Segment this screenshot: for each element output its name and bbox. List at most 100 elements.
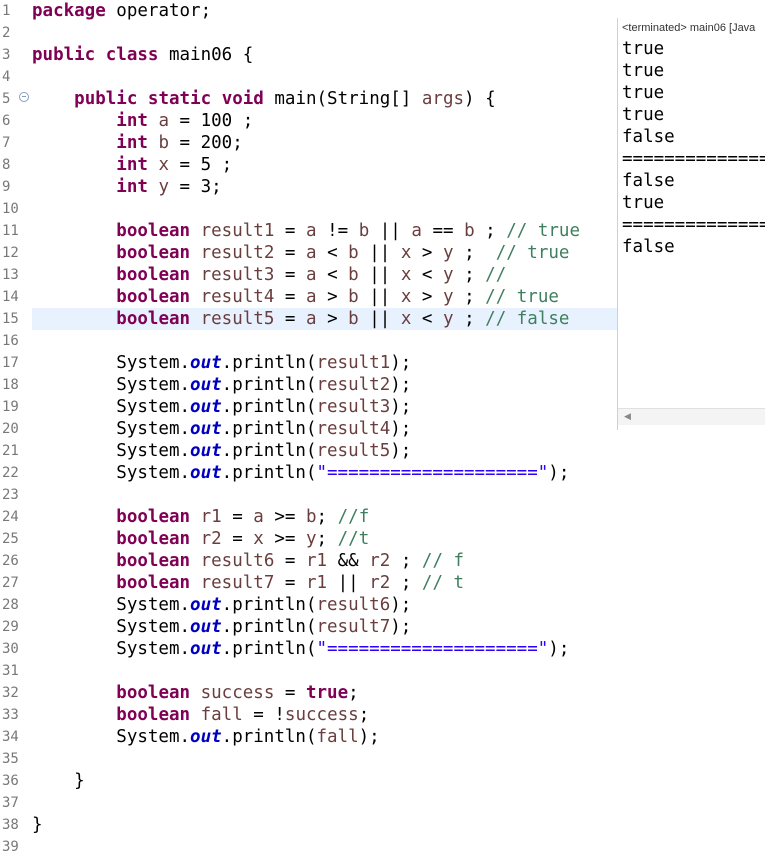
code-text: int a = 100 ; (32, 110, 253, 132)
code-token: .println( (221, 639, 317, 659)
code-token: result7 (316, 617, 391, 637)
line-number: 32 (2, 685, 19, 701)
console-horizontal-scrollbar[interactable]: ◀ (618, 408, 765, 425)
code-token: System. (32, 595, 191, 615)
code-token: || (358, 265, 401, 285)
code-token: boolean (116, 705, 191, 725)
code-token: = (221, 507, 254, 527)
code-line[interactable]: 16 (0, 330, 620, 352)
code-line[interactable]: 1 package operator; (0, 0, 620, 22)
code-line[interactable]: 22 System.out.println("=================… (0, 462, 620, 484)
fold-collapse-icon[interactable]: − (19, 92, 29, 102)
code-line[interactable]: 8 int x = 5 ; (0, 154, 620, 176)
code-line[interactable]: 7 int b = 200; (0, 132, 620, 154)
console-line: ============== (622, 149, 765, 169)
scroll-left-arrow-icon[interactable]: ◀ (624, 412, 631, 422)
code-text: } (32, 814, 43, 836)
code-line[interactable]: 29 System.out.println(result7); (0, 616, 620, 638)
code-token: boolean (116, 221, 191, 241)
code-token: // false (485, 309, 570, 329)
code-line[interactable]: 24 boolean r1 = a >= b; //f (0, 506, 620, 528)
code-line[interactable]: 34 System.out.println(fall); (0, 726, 620, 748)
code-line[interactable]: 6 int a = 100 ; (0, 110, 620, 132)
code-token: .println( (221, 595, 317, 615)
code-line[interactable]: 25 boolean r2 = x >= y; //t (0, 528, 620, 550)
code-line[interactable]: 5− public static void main(String[] args… (0, 88, 620, 110)
code-token: b (348, 265, 359, 285)
line-number: 15 (2, 311, 19, 327)
code-token: > (316, 287, 349, 307)
code-line[interactable]: 35 (0, 748, 620, 770)
code-line[interactable]: 18 System.out.println(result2); (0, 374, 620, 396)
code-line[interactable]: 39 (0, 836, 620, 858)
code-token: .println( (221, 441, 317, 461)
code-token: > (411, 243, 443, 263)
code-token: = (274, 287, 306, 307)
code-token: boolean (116, 243, 191, 263)
line-number: 27 (2, 575, 19, 591)
code-token: = (274, 243, 306, 263)
code-line[interactable]: 38} (0, 814, 620, 836)
line-number: 22 (2, 465, 19, 481)
code-token: result3 (200, 265, 275, 285)
code-line[interactable]: 23 (0, 484, 620, 506)
code-token: = ! (242, 705, 285, 725)
code-line[interactable]: 21 System.out.println(result5); (0, 440, 620, 462)
current-code-line[interactable]: 15 boolean result5 = a > b || x < y ; //… (2, 308, 619, 330)
code-line[interactable]: 17 System.out.println(result1); (0, 352, 620, 374)
code-token: y (443, 265, 454, 285)
code-token: result2 (200, 243, 275, 263)
code-token: = (274, 309, 306, 329)
code-token: || (327, 573, 370, 593)
code-line[interactable]: 3 public class main06 { (0, 44, 620, 66)
code-line[interactable]: 2 (0, 22, 620, 44)
code-token: x (400, 287, 412, 307)
code-token: .println( (221, 397, 317, 417)
code-token: = 5 ; (169, 155, 233, 175)
line-number: 34 (2, 729, 19, 745)
code-text: boolean r2 = x >= y; //t (32, 528, 369, 550)
code-line[interactable]: 27 boolean result7 = r1 || r2 ; // t (0, 572, 620, 594)
code-line[interactable]: 12 boolean result2 = a < b || x > y ; //… (0, 242, 620, 264)
code-text: System.out.println(result6); (32, 594, 411, 616)
code-line[interactable]: 11 boolean result1 = a != b || a == b ; … (0, 220, 620, 242)
code-line[interactable]: 32 boolean success = true; (0, 682, 620, 704)
code-token: ; (390, 573, 422, 593)
code-token: r1 (305, 551, 328, 571)
code-token: = 200; (169, 133, 243, 153)
code-line[interactable]: 33 boolean fall = !success; (0, 704, 620, 726)
line-number: 31 (2, 663, 19, 679)
code-token: out (190, 595, 222, 615)
code-line[interactable]: 14 boolean result4 = a > b || x > y ; //… (0, 286, 620, 308)
code-token: public (32, 45, 96, 65)
code-line[interactable]: 36 } (0, 770, 620, 792)
code-token: int (116, 177, 148, 197)
console-line: true (622, 39, 665, 59)
code-line[interactable]: 31 (0, 660, 620, 682)
code-line[interactable]: 37 (0, 792, 620, 814)
code-line[interactable]: 9 int y = 3; (0, 176, 620, 198)
code-line[interactable]: 20 System.out.println(result4); (0, 418, 620, 440)
code-token: b (358, 221, 370, 241)
code-token: fall (200, 705, 243, 725)
code-line[interactable]: 26 boolean result6 = r1 && r2 ; // f (0, 550, 620, 572)
code-token: boolean (116, 287, 191, 307)
code-token: result3 (316, 397, 391, 417)
code-line[interactable]: 19 System.out.println(result3); (0, 396, 620, 418)
code-line[interactable]: 10 (0, 198, 620, 220)
code-token: = 100 ; (169, 111, 254, 131)
code-line[interactable]: 28 System.out.println(result6); (0, 594, 620, 616)
code-line[interactable]: 30 System.out.println("=================… (0, 638, 620, 660)
code-text: System.out.println(result7); (32, 616, 411, 638)
code-line[interactable]: 4 (0, 66, 620, 88)
code-line[interactable]: 13 boolean result3 = a < b || x < y ; // (0, 264, 620, 286)
line-number: 4 (2, 69, 11, 85)
code-token: b (348, 309, 359, 329)
